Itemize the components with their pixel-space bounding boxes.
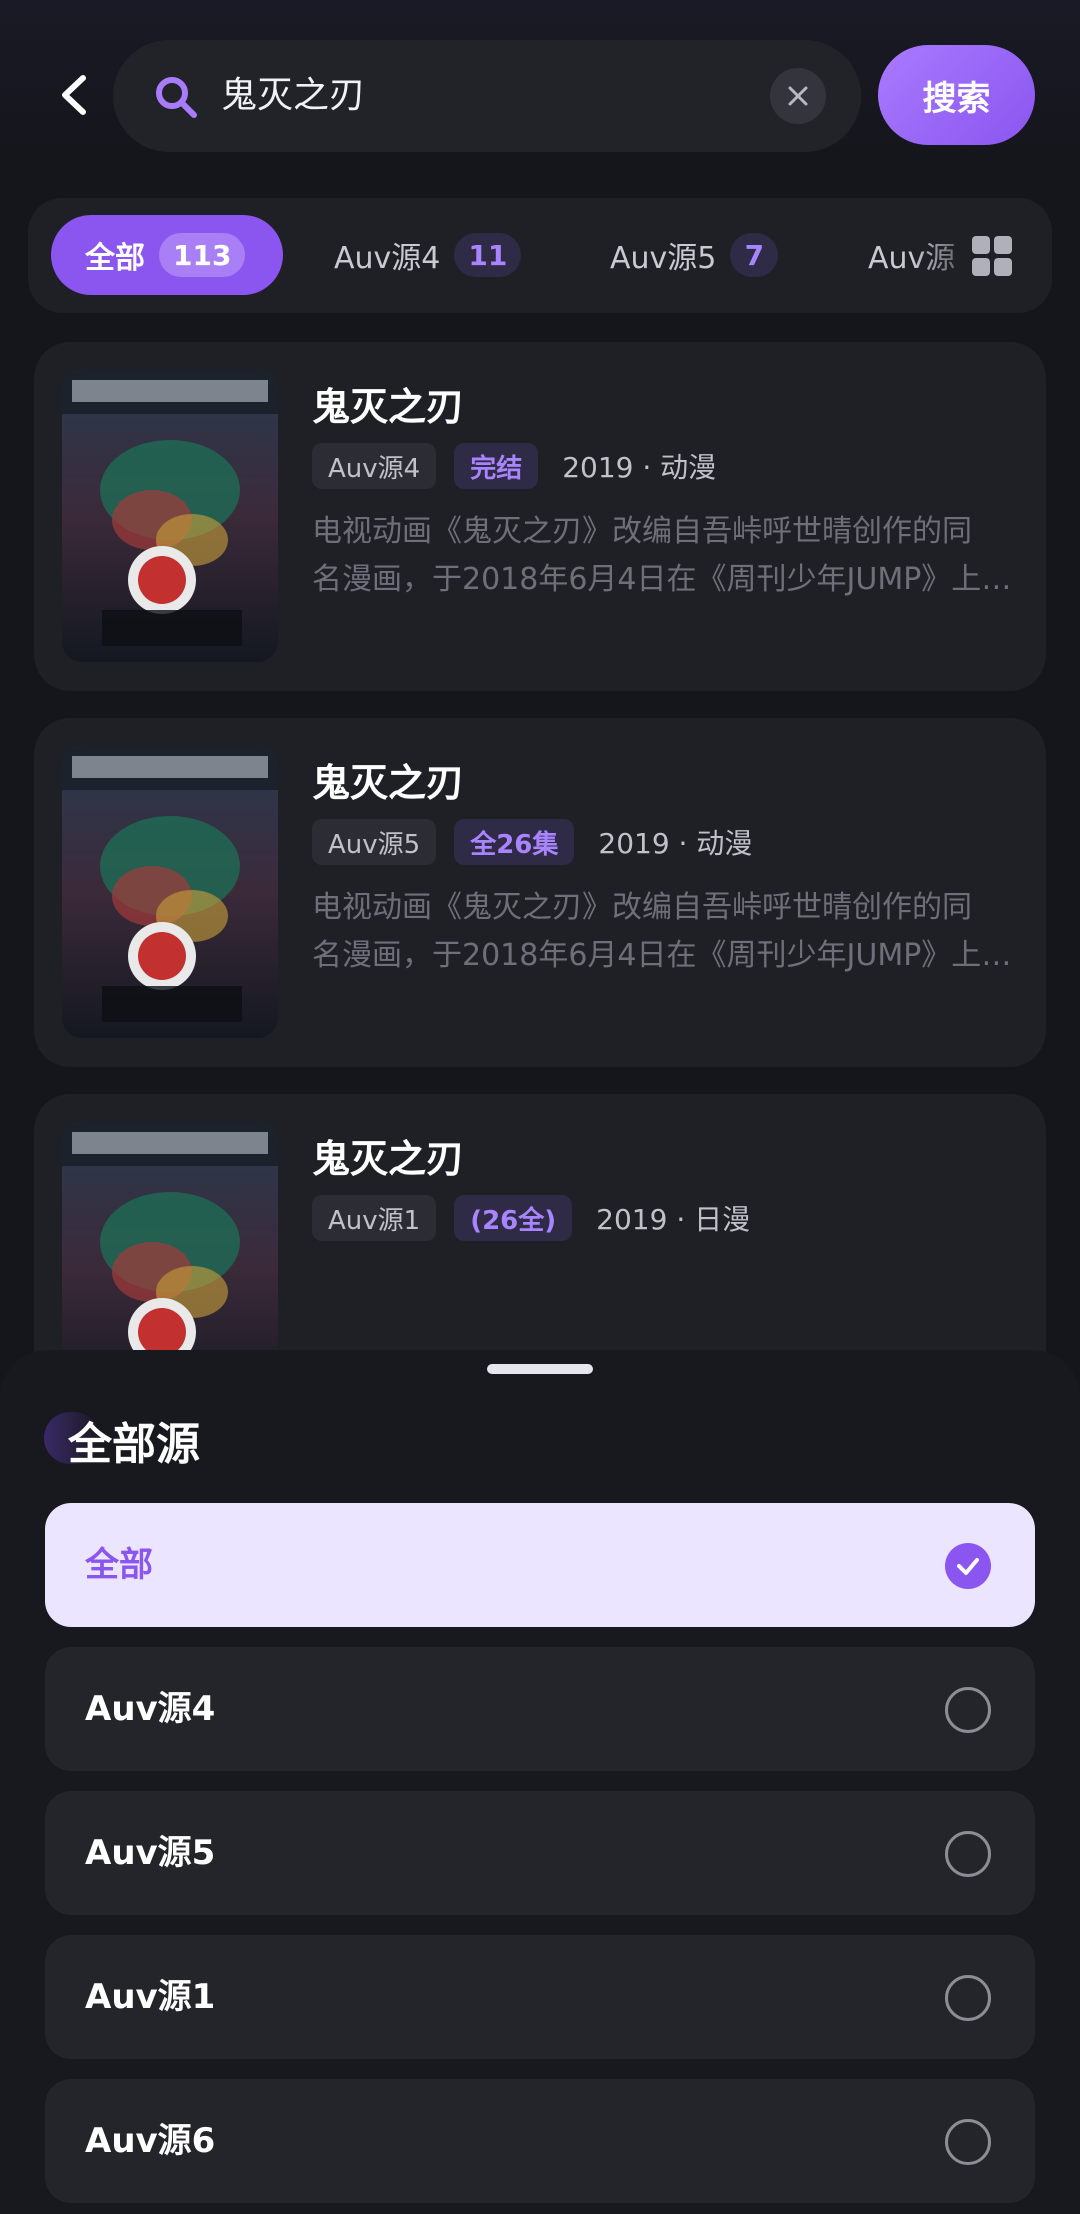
sheet-drag-handle[interactable] — [487, 1364, 593, 1374]
year-genre: 2019 · 动漫 — [562, 451, 717, 484]
sheet-title: 全部源 — [68, 1419, 200, 1470]
search-box[interactable]: 鬼灭之刃 — [113, 40, 861, 152]
result-title: 鬼灭之刃 — [312, 761, 465, 805]
result-title: 鬼灭之刃 — [312, 385, 465, 429]
result-card[interactable]: 鬼灭之刃 Auv源5 全26集 2019 · 动漫 电视动画《鬼灭之刃》改编自吾… — [34, 718, 1046, 1067]
check-icon — [957, 1558, 979, 1575]
clear-search-button[interactable] — [770, 68, 826, 124]
status-badge: (26全) — [454, 1195, 573, 1241]
source-picker-sheet: 全部源 全部 Auv源4 Auv源5 Auv源1 Auv源6 — [0, 1350, 1080, 2214]
back-button[interactable] — [44, 60, 104, 130]
search-button[interactable]: 搜索 — [878, 45, 1035, 145]
source-tag: Auv源1 — [312, 1195, 437, 1241]
radio-unchecked[interactable] — [945, 1831, 991, 1877]
tab-count: 113 — [159, 233, 246, 277]
source-tag: Auv源5 — [312, 819, 437, 865]
year-genre: 2019 · 日漫 — [596, 1203, 751, 1236]
tab-all[interactable]: 全部 113 — [51, 215, 283, 295]
radio-unchecked[interactable] — [945, 1975, 991, 2021]
status-badge: 完结 — [454, 443, 539, 489]
source-option-auv4[interactable]: Auv源4 — [45, 1647, 1035, 1771]
option-label: Auv源1 — [85, 1977, 216, 2017]
result-title: 鬼灭之刃 — [312, 1137, 465, 1181]
radio-checked[interactable] — [945, 1543, 991, 1589]
clear-icon — [788, 86, 808, 106]
source-option-all[interactable]: 全部 — [45, 1503, 1035, 1627]
option-label: Auv源6 — [85, 2121, 216, 2161]
status-badge: 全26集 — [454, 819, 575, 865]
search-icon — [156, 77, 197, 118]
tab-label: Auv源4 — [334, 241, 441, 276]
radio-unchecked[interactable] — [945, 1687, 991, 1733]
result-meta: Auv源4 完结 2019 · 动漫 — [312, 442, 716, 490]
grid-view-button[interactable] — [972, 236, 1012, 276]
tab-label: Auv源5 — [610, 241, 717, 276]
year-genre: 2019 · 动漫 — [598, 827, 753, 860]
source-option-auv1[interactable]: Auv源1 — [45, 1935, 1035, 2059]
tab-auv4[interactable]: Auv源4 11 — [334, 215, 522, 295]
source-tabs: 全部 113 Auv源4 11 Auv源5 7 Auv源 — [28, 198, 1052, 313]
search-input[interactable]: 鬼灭之刃 — [221, 40, 365, 152]
poster-image — [62, 746, 278, 1038]
poster-image — [62, 370, 278, 662]
tab-label: 全部 — [85, 241, 145, 276]
source-option-auv6[interactable]: Auv源6 — [45, 2079, 1035, 2203]
result-description: 电视动画《鬼灭之刃》改编自吾峠呼世晴创作的同 名漫画，于2018年6月4日在《周… — [312, 514, 1012, 597]
tab-count: 11 — [454, 233, 522, 277]
search-results-page: 鬼灭之刃 搜索 全部 113 Auv源4 11 Auv源5 7 Auv源 — [0, 0, 1080, 2214]
source-option-auv5[interactable]: Auv源5 — [45, 1791, 1035, 1915]
radio-unchecked[interactable] — [945, 2119, 991, 2165]
option-label: Auv源4 — [85, 1689, 216, 1729]
top-bar: 鬼灭之刃 搜索 — [0, 0, 1080, 190]
tab-count: 7 — [730, 233, 779, 277]
result-description: 电视动画《鬼灭之刃》改编自吾峠呼世晴创作的同 名漫画，于2018年6月4日在《周… — [312, 890, 1012, 973]
result-card[interactable]: 鬼灭之刃 Auv源4 完结 2019 · 动漫 电视动画《鬼灭之刃》改编自吾峠呼… — [34, 342, 1046, 691]
tab-auv5[interactable]: Auv源5 7 — [610, 215, 779, 295]
back-arrow-icon — [62, 75, 86, 115]
source-tag: Auv源4 — [312, 443, 437, 489]
result-meta: Auv源1 (26全) 2019 · 日漫 — [312, 1194, 750, 1242]
result-meta: Auv源5 全26集 2019 · 动漫 — [312, 818, 752, 866]
option-label: Auv源5 — [85, 1833, 216, 1873]
option-label: 全部 — [85, 1545, 153, 1585]
